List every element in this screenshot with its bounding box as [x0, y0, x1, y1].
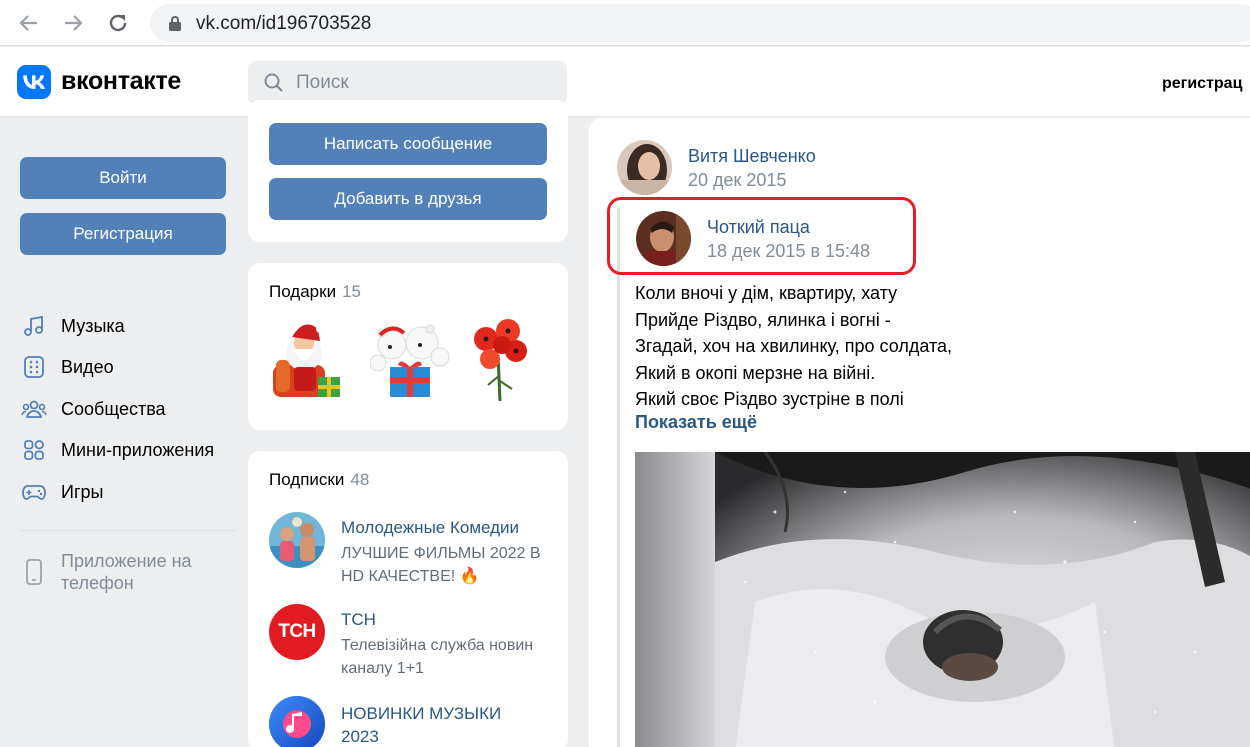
subscription-name[interactable]: НОВИНКИ МУЗЫКИ 2023 — [341, 702, 541, 747]
arrow-right-icon — [65, 15, 83, 31]
subscriptions-title[interactable]: Подписки 48 — [269, 470, 369, 490]
sidebar-item-label: Сообщества — [61, 398, 166, 419]
subscription-name[interactable]: Молодежные Комедии — [341, 518, 519, 538]
sidebar-item-games[interactable]: Игры — [20, 478, 103, 506]
sidebar-divider — [20, 530, 236, 531]
sidebar-item-music[interactable]: Музыка — [20, 312, 125, 340]
register-link[interactable]: регистрац — [1162, 75, 1242, 93]
browser-toolbar: vk.com/id196703528 — [0, 0, 1250, 46]
address-bar[interactable]: vk.com/id196703528 — [150, 4, 1250, 42]
search-input[interactable] — [296, 71, 556, 95]
subscription-avatar — [269, 512, 325, 568]
post-photo[interactable] — [635, 452, 1250, 747]
video-icon — [20, 353, 48, 381]
url-text: vk.com/id196703528 — [196, 13, 372, 34]
subscription-description: ЛУЧШИЕ ФИЛЬМЫ 2022 В HD КАЧЕСТВЕ! 🔥 — [341, 545, 541, 585]
lock-icon — [169, 16, 181, 31]
gifts-title-text: Подарки — [269, 282, 337, 301]
register-button[interactable]: Регистрация — [20, 213, 226, 255]
add-friend-button[interactable]: Добавить в друзья — [269, 178, 547, 220]
reload-icon — [109, 14, 127, 32]
sidebar-item-label: Мини-приложения — [61, 439, 215, 460]
gift-santa-image[interactable] — [268, 315, 348, 405]
post-text: Коли вночі у дім, квартиру, хату Прийде … — [635, 280, 952, 413]
sidebar-item-label: Музыка — [61, 315, 125, 336]
back-button[interactable] — [14, 8, 44, 38]
sidebar-item-communities[interactable]: Сообщества — [20, 395, 166, 423]
tsn-logo-text: ТСН — [278, 621, 316, 642]
sidebar-item-video[interactable]: Видео — [20, 353, 114, 381]
arrow-left-icon — [19, 15, 37, 31]
subscription-avatar: ТСН — [269, 604, 325, 660]
show-more-link[interactable]: Показать ещё — [635, 412, 757, 433]
search-icon — [264, 73, 283, 92]
author-avatar[interactable] — [617, 140, 672, 195]
subscription-item[interactable]: ТСН ТСН Телевізійна служба новин каналу … — [269, 604, 549, 684]
phone-icon — [20, 558, 48, 586]
vk-logo-icon[interactable] — [17, 65, 51, 99]
forward-button[interactable] — [58, 8, 88, 38]
subscription-item[interactable]: Молодежные Комедии ЛУЧШИЕ ФИЛЬМЫ 2022 В … — [269, 512, 549, 592]
reload-button[interactable] — [103, 8, 133, 38]
vk-brand-name: вконтакте — [61, 67, 182, 95]
subscription-description: Телевізійна служба новин каналу 1+1 — [341, 637, 534, 677]
subscription-avatar — [269, 696, 325, 747]
gifts-count: 15 — [342, 282, 361, 301]
sidebar-item-mini-apps[interactable]: Мини-приложения — [20, 436, 214, 464]
profile-actions-card: Написать сообщение Добавить в друзья — [248, 100, 568, 242]
gift-polar-bears-image[interactable] — [370, 315, 450, 405]
sidebar-item-label: Видео — [61, 356, 114, 377]
gamepad-icon — [20, 478, 48, 506]
subscriptions-count: 48 — [350, 470, 370, 489]
red-highlight-frame — [607, 197, 916, 275]
sidebar-item-label: Приложение на телефон — [61, 551, 192, 593]
repost-indicator-bar — [617, 208, 620, 747]
post-text-line: Прийде Різдво, ялинка і вогні - — [635, 309, 891, 330]
post-text-line: Який в окопі мерзне на війні. — [635, 362, 876, 383]
mini-apps-icon — [20, 436, 48, 464]
subscription-item[interactable]: НОВИНКИ МУЗЫКИ 2023 — [269, 696, 549, 747]
subscriptions-title-text: Подписки — [269, 470, 345, 489]
subscription-name[interactable]: ТСН — [341, 610, 376, 630]
vk-header: вконтакте регистрац — [0, 47, 1250, 117]
post-date[interactable]: 20 дек 2015 — [688, 170, 786, 191]
login-button[interactable]: Войти — [20, 157, 226, 199]
gifts-card[interactable]: Подарки 15 — [248, 263, 568, 430]
communities-icon — [20, 395, 48, 423]
sidebar-item-phone-app[interactable]: Приложение на телефон — [20, 550, 201, 594]
sidebar-item-label: Игры — [61, 481, 104, 502]
send-message-button[interactable]: Написать сообщение — [269, 123, 547, 165]
post-text-line: Який своє Різдво зустріне в полі — [635, 389, 904, 409]
post-text-line: Коли вночі у дім, квартиру, хату — [635, 283, 898, 303]
post-author-name[interactable]: Витя Шевченко — [688, 146, 816, 167]
post-text-line: Згадай, хоч на хвилинку, про солдата, — [635, 336, 953, 356]
gift-poppies-image[interactable] — [460, 315, 540, 405]
subscriptions-card: Подписки 48 Молодежные Комедии ЛУЧШИЕ ФИЛ… — [248, 451, 568, 747]
gifts-title[interactable]: Подарки 15 — [269, 282, 361, 302]
music-icon — [20, 312, 48, 340]
